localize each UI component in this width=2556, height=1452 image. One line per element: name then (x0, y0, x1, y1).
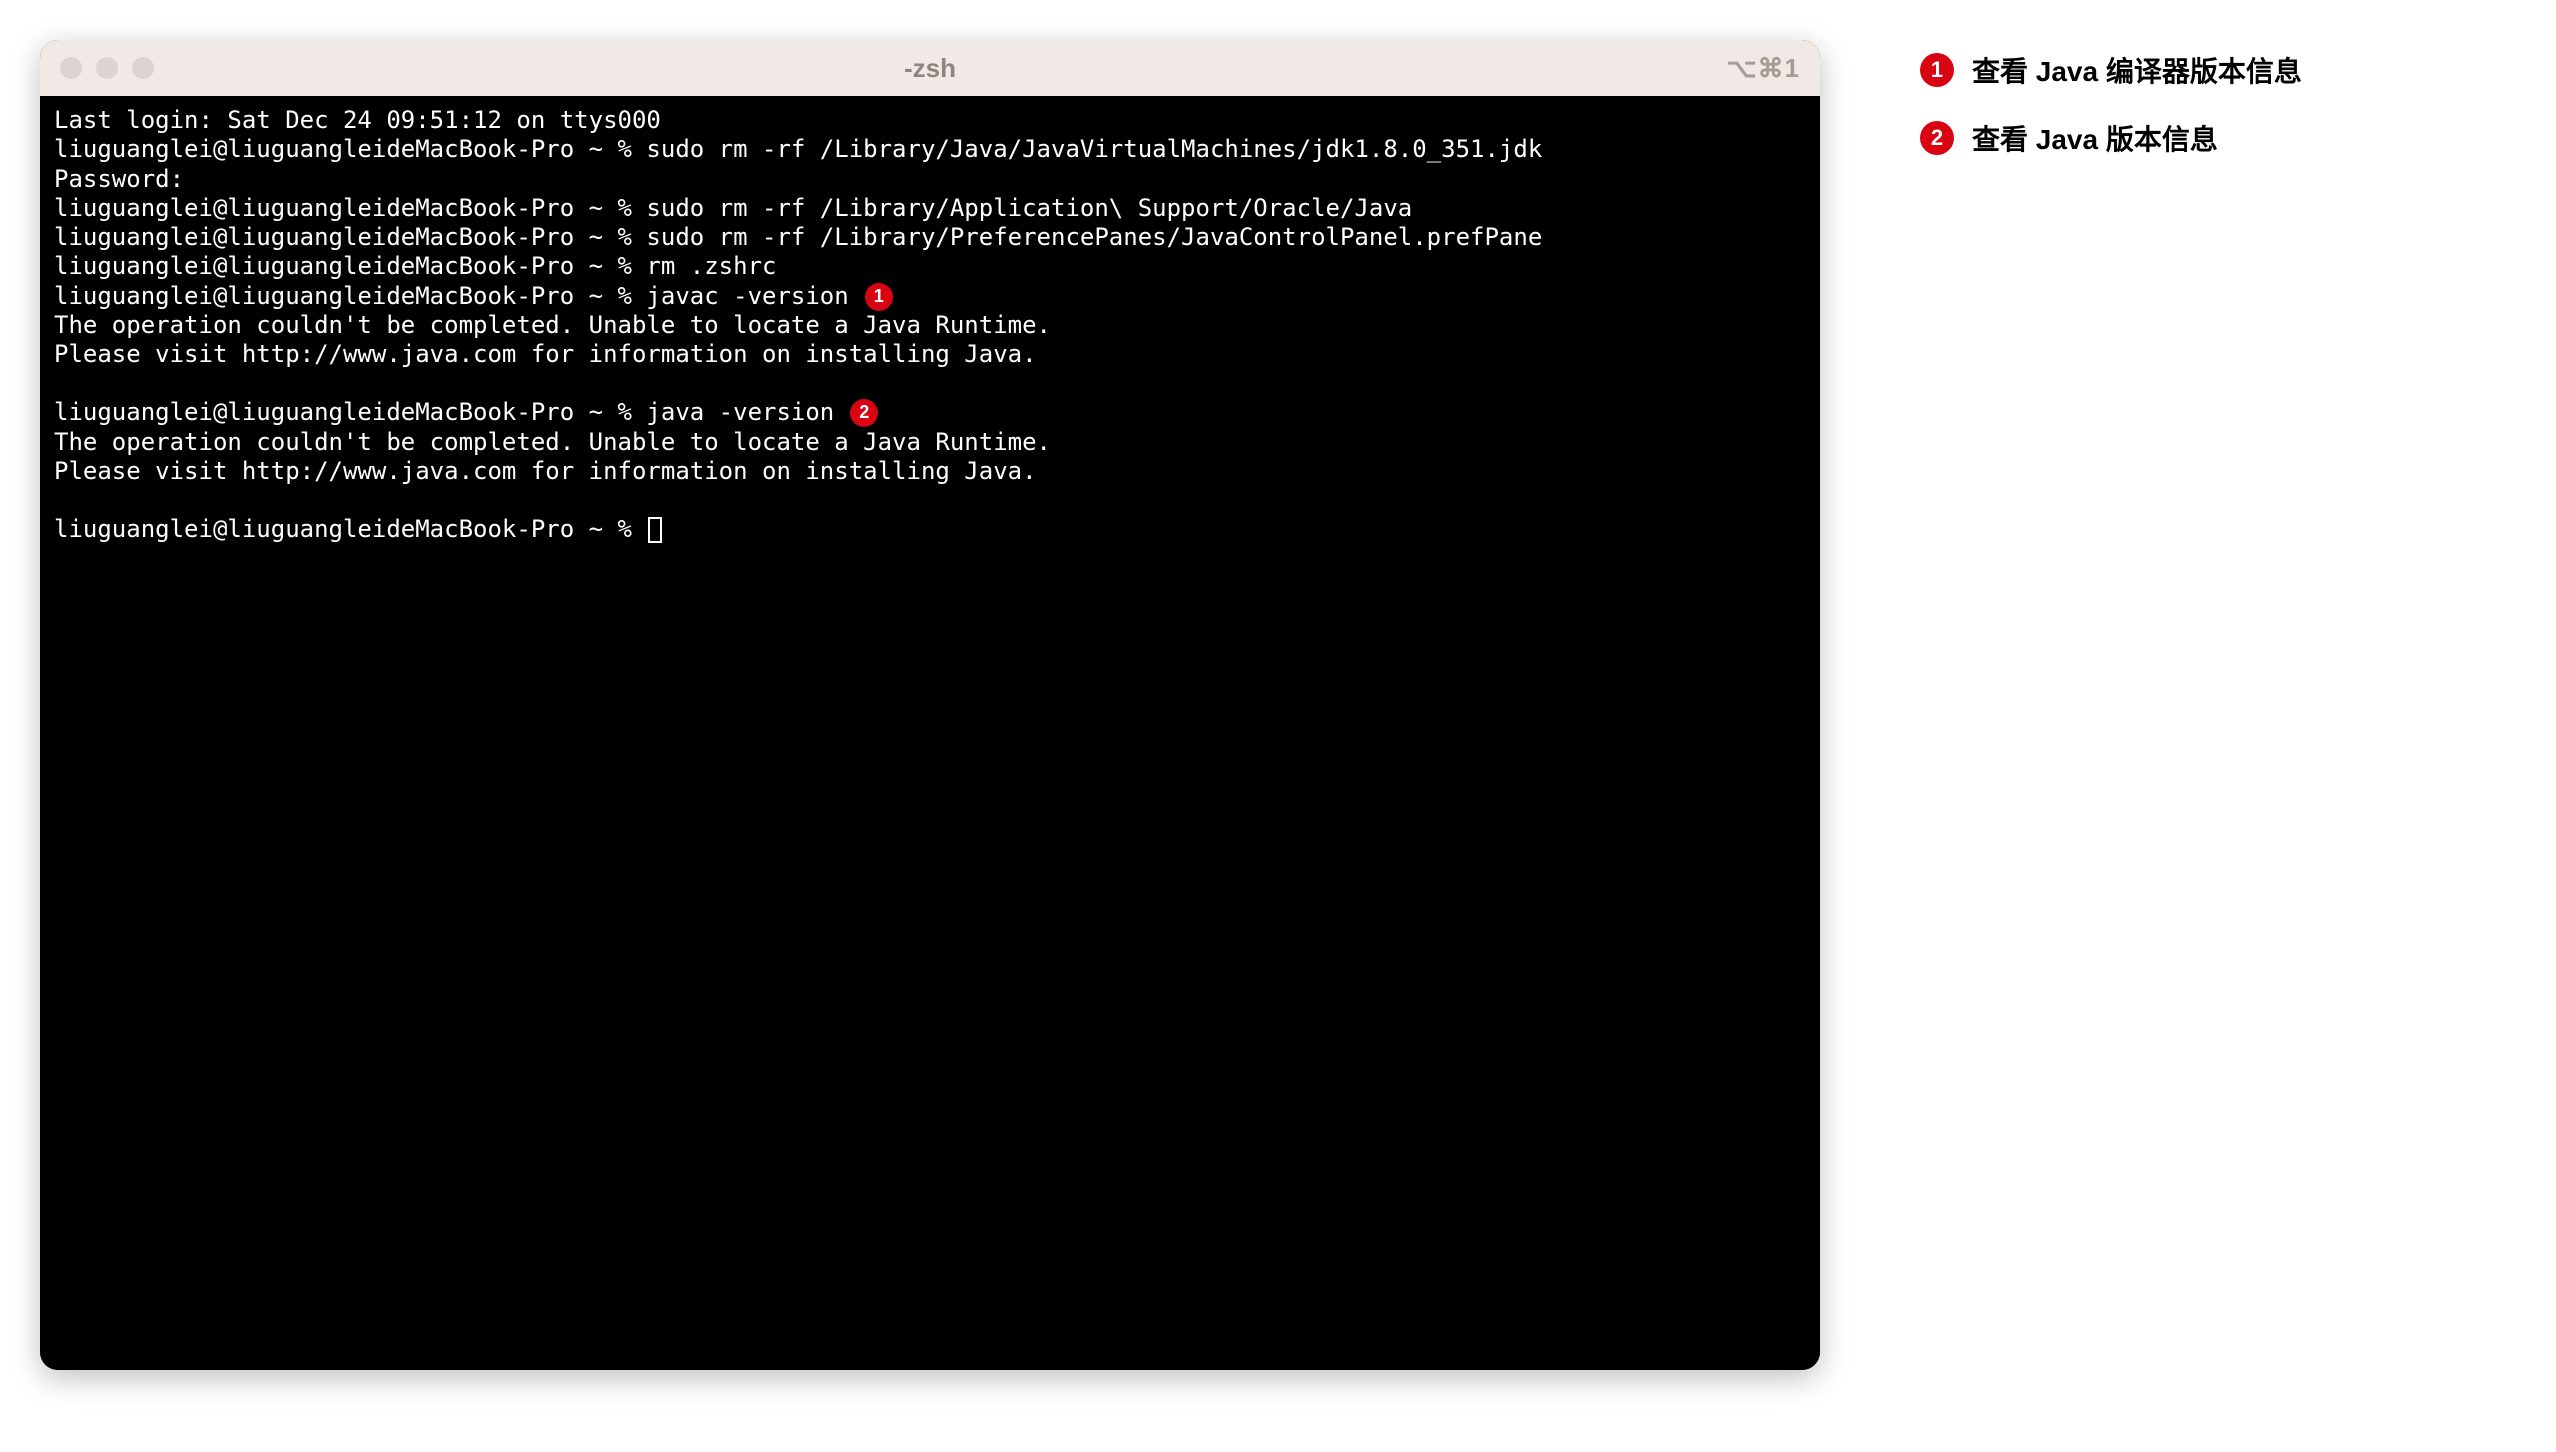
terminal-line-text: liuguanglei@liuguangleideMacBook-Pro ~ %… (54, 252, 776, 280)
terminal-line: liuguanglei@liuguangleideMacBook-Pro ~ %… (54, 252, 1806, 281)
terminal-line: The operation couldn't be completed. Una… (54, 311, 1806, 340)
terminal-line: liuguanglei@liuguangleideMacBook-Pro ~ %… (54, 398, 1806, 427)
terminal-line-text: The operation couldn't be completed. Una… (54, 428, 1051, 456)
terminal-line-text: liuguanglei@liuguangleideMacBook-Pro ~ %… (54, 282, 849, 310)
terminal-line-text: liuguanglei@liuguangleideMacBook-Pro ~ % (54, 515, 646, 543)
terminal-line: Password: (54, 165, 1806, 194)
terminal-line-text: liuguanglei@liuguangleideMacBook-Pro ~ %… (54, 398, 834, 426)
terminal-window: -zsh ⌥⌘1 Last login: Sat Dec 24 09:51:12… (40, 40, 1820, 1370)
terminal-line-text: Last login: Sat Dec 24 09:51:12 on ttys0… (54, 106, 661, 134)
terminal-line: Please visit http://www.java.com for inf… (54, 340, 1806, 369)
terminal-line: The operation couldn't be completed. Una… (54, 428, 1806, 457)
legend-badge-icon: 2 (1920, 121, 1954, 155)
legend-label: 查看 Java 版本信息 (1972, 118, 2218, 158)
close-window-button[interactable] (60, 57, 82, 79)
terminal-line: liuguanglei@liuguangleideMacBook-Pro ~ %… (54, 223, 1806, 252)
terminal-line (54, 486, 1806, 515)
terminal-line-text: liuguanglei@liuguangleideMacBook-Pro ~ %… (54, 135, 1542, 163)
terminal-cursor (648, 517, 662, 543)
window-title: -zsh (904, 53, 956, 84)
terminal-line: liuguanglei@liuguangleideMacBook-Pro ~ %… (54, 282, 1806, 311)
terminal-line-text: liuguanglei@liuguangleideMacBook-Pro ~ %… (54, 194, 1412, 222)
terminal-content[interactable]: Last login: Sat Dec 24 09:51:12 on ttys0… (40, 96, 1820, 1370)
window-title-bar: -zsh ⌥⌘1 (40, 40, 1820, 96)
terminal-line-text: liuguanglei@liuguangleideMacBook-Pro ~ %… (54, 223, 1542, 251)
traffic-lights (60, 57, 154, 79)
terminal-line-text: Please visit http://www.java.com for inf… (54, 340, 1037, 368)
terminal-line (54, 369, 1806, 398)
terminal-line-text: Please visit http://www.java.com for inf… (54, 457, 1037, 485)
terminal-line: Please visit http://www.java.com for inf… (54, 457, 1806, 486)
maximize-window-button[interactable] (132, 57, 154, 79)
terminal-line-text: Password: (54, 165, 184, 193)
legend-item-2: 2 查看 Java 版本信息 (1920, 118, 2302, 158)
legend-label: 查看 Java 编译器版本信息 (1972, 50, 2302, 90)
legend-badge-icon: 1 (1920, 53, 1954, 87)
terminal-line: liuguanglei@liuguangleideMacBook-Pro ~ %… (54, 194, 1806, 223)
annotation-badge-1: 1 (865, 283, 893, 311)
minimize-window-button[interactable] (96, 57, 118, 79)
annotation-badge-2: 2 (850, 399, 878, 427)
annotation-legend: 1 查看 Java 编译器版本信息 2 查看 Java 版本信息 (1920, 40, 2302, 1412)
legend-item-1: 1 查看 Java 编译器版本信息 (1920, 50, 2302, 90)
terminal-line-text: The operation couldn't be completed. Una… (54, 311, 1051, 339)
window-shortcut-indicator: ⌥⌘1 (1727, 53, 1800, 84)
terminal-line: Last login: Sat Dec 24 09:51:12 on ttys0… (54, 106, 1806, 135)
terminal-line: liuguanglei@liuguangleideMacBook-Pro ~ %… (54, 135, 1806, 164)
terminal-line: liuguanglei@liuguangleideMacBook-Pro ~ % (54, 515, 1806, 544)
